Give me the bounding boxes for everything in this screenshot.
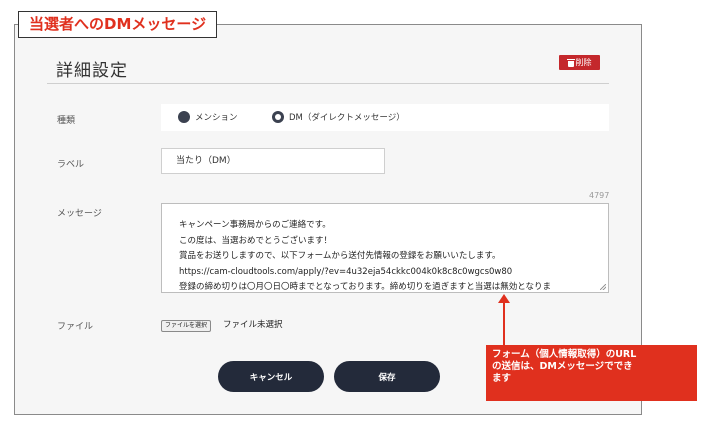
annotation-callout: フォーム（個人情報取得）のURL の送信は、DMメッセージででき ます [486, 345, 697, 401]
delete-button[interactable]: 削除 [559, 55, 600, 70]
message-label: メッセージ [57, 209, 102, 219]
message-textarea[interactable]: キャンペーン事務局からのご連絡です。 この度は、当選おめでとうございます！ 賞品… [161, 203, 609, 293]
heading-divider [47, 83, 609, 84]
radio-label-mention: メンション [195, 113, 238, 123]
file-label: ファイル [57, 322, 94, 332]
choose-file-button[interactable]: ファイルを選択 [161, 320, 212, 332]
label-input[interactable]: 当たり（DM） [161, 148, 385, 174]
label-field-label: ラベル [57, 160, 85, 170]
callout-line: フォーム（個人情報取得）のURL [492, 349, 637, 360]
annotation-arrow [503, 301, 505, 345]
section-heading: 詳細設定 [56, 61, 128, 81]
resize-handle-icon[interactable] [600, 284, 606, 290]
radio-option-dm[interactable]: DM（ダイレクトメッセージ） [272, 111, 405, 123]
radio-label-dm: DM（ダイレクトメッセージ） [289, 113, 405, 123]
callout-line: の送信は、DMメッセージででき [492, 361, 633, 372]
trash-icon [566, 58, 575, 67]
cancel-button[interactable]: キャンセル [218, 361, 324, 392]
radio-selected-icon[interactable] [272, 111, 284, 123]
radio-unselected-icon[interactable] [178, 111, 190, 123]
save-button[interactable]: 保存 [334, 361, 440, 392]
message-line: この度は、当選おめでとうございます！ [179, 235, 333, 246]
message-line: 登録の締め切りは〇月〇日〇時までとなっております。締め切りを過ぎますと当選は無効… [179, 282, 551, 293]
page-title: 当選者へのDMメッセージ [18, 11, 218, 38]
type-label: 種類 [57, 116, 76, 126]
delete-button-label: 削除 [575, 58, 592, 67]
type-radio-group: メンション DM（ダイレクトメッセージ） [161, 104, 609, 131]
callout-line: ます [492, 373, 512, 384]
character-counter: 4797 [589, 191, 610, 200]
radio-option-mention[interactable]: メンション [178, 111, 238, 123]
message-line: 賞品をお送りしますので、以下フォームから送付先情報の登録をお願いいたします。 [179, 251, 501, 262]
file-status-text: ファイル未選択 [223, 320, 283, 330]
message-line: https://cam-cloudtools.com/apply/?ev=4u3… [179, 266, 513, 277]
message-line: キャンペーン事務局からのご連絡です。 [179, 220, 331, 230]
message-text: キャンペーン事務局からのご連絡です。 この度は、当選おめでとうございます！ 賞品… [179, 218, 551, 293]
